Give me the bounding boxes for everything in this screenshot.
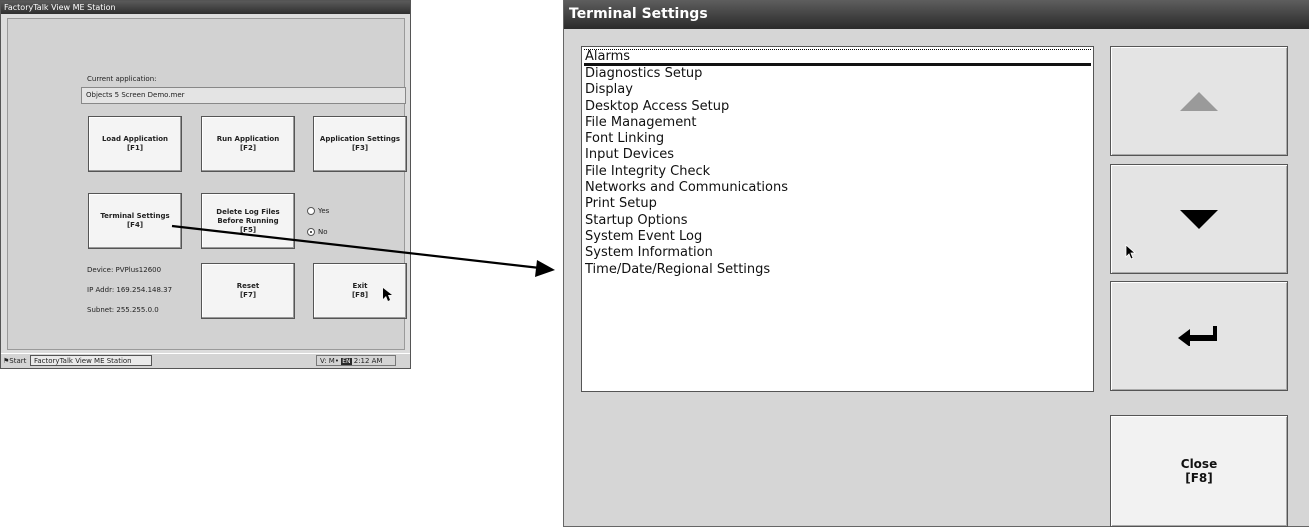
radio-no-label: No: [318, 228, 328, 236]
run-application-label: Run Application: [216, 135, 280, 143]
subnet-label: Subnet: 255.255.0.0: [87, 306, 159, 314]
close-key: [F8]: [1185, 471, 1213, 485]
terminal-settings-label: Terminal Settings: [100, 212, 170, 220]
enter-arrow-icon: [1178, 326, 1217, 346]
list-item-startup-options[interactable]: Startup Options: [584, 213, 1091, 229]
mouse-pointer-icon: [1125, 244, 1137, 260]
application-settings-button[interactable]: Application Settings [F3]: [313, 116, 407, 172]
exit-key: [F8]: [351, 291, 369, 299]
reset-button[interactable]: Reset [F7]: [201, 263, 295, 319]
list-item-diagnostics-setup[interactable]: Diagnostics Setup: [584, 66, 1091, 82]
current-application-field: Objects 5 Screen Demo.mer: [81, 87, 406, 104]
list-item-file-management[interactable]: File Management: [584, 115, 1091, 131]
ft-station-panel: Current application: Objects 5 Screen De…: [7, 18, 407, 350]
delete-log-files-label: Delete Log Files: [216, 207, 280, 216]
list-item-file-integrity-check[interactable]: File Integrity Check: [584, 164, 1091, 180]
current-application-label: Current application:: [87, 75, 157, 83]
radio-yes[interactable]: Yes: [307, 207, 329, 215]
language-badge[interactable]: EN: [341, 358, 352, 365]
triangle-up-icon: [1180, 91, 1218, 111]
terminal-settings-list[interactable]: Alarms Diagnostics Setup Display Desktop…: [581, 46, 1094, 392]
radio-no[interactable]: No: [307, 228, 328, 236]
scroll-up-button[interactable]: [1110, 46, 1288, 156]
load-application-label: Load Application: [101, 135, 169, 143]
system-tray: V: M• EN 2:12 AM: [316, 355, 396, 366]
list-item-alarms[interactable]: Alarms: [584, 49, 1091, 66]
radio-yes-label: Yes: [318, 207, 330, 215]
scroll-down-button[interactable]: [1110, 164, 1288, 274]
application-settings-key: [F3]: [351, 144, 369, 152]
delete-log-files-button[interactable]: Delete Log Files Before Running [F5]: [201, 193, 295, 249]
exit-label: Exit: [352, 282, 368, 290]
taskbar-item-ft-station[interactable]: FactoryTalk View ME Station: [30, 355, 152, 366]
terminal-settings-titlebar: Terminal Settings: [564, 0, 1309, 29]
list-item-input-devices[interactable]: Input Devices: [584, 147, 1091, 163]
list-item-font-linking[interactable]: Font Linking: [584, 131, 1091, 147]
ft-station-titlebar: FactoryTalk View ME Station: [1, 1, 410, 14]
mouse-pointer-icon: [383, 288, 392, 301]
list-item-networks-communications[interactable]: Networks and Communications: [584, 180, 1091, 196]
clock: 2:12 AM: [353, 357, 383, 365]
load-application-key: [F1]: [126, 144, 144, 152]
close-label-group: Close [F8]: [1181, 457, 1217, 485]
close-label: Close: [1180, 457, 1218, 471]
reset-key: [F7]: [239, 291, 257, 299]
list-item-display[interactable]: Display: [584, 82, 1091, 98]
ft-taskbar: ⚑Start FactoryTalk View ME Station V: M•…: [1, 353, 410, 368]
device-label: Device: PVPlus12600: [87, 266, 162, 274]
tray-indicators: V: M•: [320, 357, 339, 365]
terminal-settings-button[interactable]: Terminal Settings [F4]: [88, 193, 182, 249]
application-settings-label: Application Settings: [319, 135, 401, 143]
delete-log-files-key: [F5]: [239, 225, 257, 234]
ft-station-window: FactoryTalk View ME Station Current appl…: [0, 0, 411, 369]
list-item-system-event-log[interactable]: System Event Log: [584, 229, 1091, 245]
start-label: Start: [9, 357, 27, 365]
start-button[interactable]: ⚑Start: [3, 356, 26, 366]
delete-log-files-label-2: Before Running: [217, 216, 279, 225]
triangle-down-icon: [1180, 209, 1218, 229]
terminal-settings-key: [F4]: [126, 221, 144, 229]
list-item-print-setup[interactable]: Print Setup: [584, 196, 1091, 212]
terminal-settings-window: Terminal Settings Alarms Diagnostics Set…: [563, 0, 1309, 527]
list-item-desktop-access-setup[interactable]: Desktop Access Setup: [584, 99, 1091, 115]
reset-label: Reset: [236, 282, 260, 290]
enter-button[interactable]: [1110, 281, 1288, 391]
run-application-button[interactable]: Run Application [F2]: [201, 116, 295, 172]
close-button[interactable]: Close [F8]: [1110, 415, 1288, 527]
radio-yes-circle[interactable]: [307, 207, 315, 215]
load-application-button[interactable]: Load Application [F1]: [88, 116, 182, 172]
ip-address-label: IP Addr: 169.254.148.37: [87, 286, 173, 294]
radio-no-circle[interactable]: [307, 228, 315, 236]
list-item-system-information[interactable]: System Information: [584, 245, 1091, 261]
list-item-time-date-regional[interactable]: Time/Date/Regional Settings: [584, 262, 1091, 278]
run-application-key: [F2]: [239, 144, 257, 152]
